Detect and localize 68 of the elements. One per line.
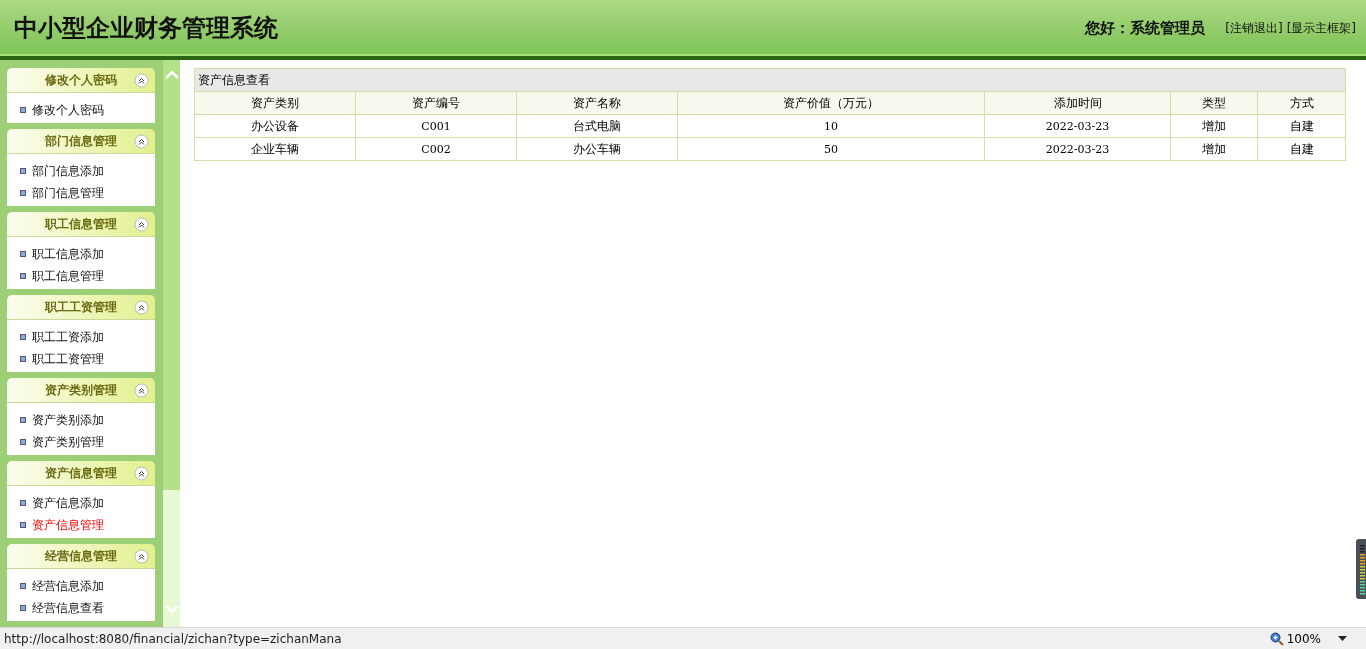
column-header: 资产价值（万元） — [677, 91, 985, 115]
header-link[interactable]: [显示主框架] — [1286, 19, 1356, 37]
panel-header[interactable]: 经营信息管理 — [7, 544, 155, 569]
table-title: 资产信息查看 — [194, 68, 1346, 92]
menu-item[interactable]: 职工信息添加 — [7, 243, 155, 265]
bullet-icon — [20, 439, 26, 445]
table-cell: 增加 — [1170, 137, 1258, 161]
collapse-icon[interactable] — [134, 217, 149, 232]
collapse-icon[interactable] — [134, 549, 149, 564]
menu-item[interactable]: 经营信息添加 — [7, 575, 155, 597]
menu-item[interactable]: 资产类别添加 — [7, 409, 155, 431]
bullet-icon — [20, 107, 26, 113]
table-cell: 2022-03-23 — [984, 114, 1171, 138]
zoom-level[interactable]: 100% — [1286, 631, 1321, 646]
bullet-icon — [20, 190, 26, 196]
bullet-icon — [20, 417, 26, 423]
panel-header[interactable]: 部门信息管理 — [7, 129, 155, 154]
menu-item[interactable]: 职工工资管理 — [7, 348, 155, 370]
menu-item[interactable]: 资产类别管理 — [7, 431, 155, 453]
table-cell: 台式电脑 — [516, 114, 678, 138]
table-cell: 自建 — [1258, 114, 1346, 138]
bullet-icon — [20, 251, 26, 257]
panel-header[interactable]: 资产信息管理 — [7, 461, 155, 486]
bullet-icon — [20, 334, 26, 340]
table-cell: C001 — [355, 114, 517, 138]
bullet-icon — [20, 356, 26, 362]
bullet-icon — [20, 522, 26, 528]
table-cell: C002 — [355, 137, 517, 161]
table-cell: 2022-03-23 — [984, 137, 1171, 161]
collapse-icon[interactable] — [134, 466, 149, 481]
collapse-icon[interactable] — [134, 300, 149, 315]
bullet-icon — [20, 605, 26, 611]
app-title: 中小型企业财务管理系统 — [14, 12, 278, 44]
panel-header[interactable]: 资产类别管理 — [7, 378, 155, 403]
zoom-icon[interactable] — [1269, 631, 1284, 646]
panel-header[interactable]: 职工工资管理 — [7, 295, 155, 320]
menu-item[interactable]: 职工工资添加 — [7, 326, 155, 348]
collapse-icon[interactable] — [134, 73, 149, 88]
header-link[interactable]: [注销退出] — [1225, 19, 1283, 37]
table-cell: 自建 — [1258, 137, 1346, 161]
menu-item[interactable]: 部门信息添加 — [7, 160, 155, 182]
table-cell: 办公设备 — [194, 114, 356, 138]
panel-header[interactable]: 职工信息管理 — [7, 212, 155, 237]
bullet-icon — [20, 500, 26, 506]
column-header: 资产类别 — [194, 91, 356, 115]
column-header: 资产名称 — [516, 91, 678, 115]
bullet-icon — [20, 273, 26, 279]
collapse-icon[interactable] — [134, 383, 149, 398]
bullet-icon — [20, 583, 26, 589]
table-cell: 办公车辆 — [516, 137, 678, 161]
table-cell: 50 — [677, 137, 985, 161]
menu-item[interactable]: 职工信息管理 — [7, 265, 155, 287]
dropdown-caret-icon[interactable] — [1338, 635, 1348, 642]
panel-header[interactable]: 修改个人密码 — [7, 68, 155, 93]
meter-widget-icon — [1356, 539, 1366, 599]
status-url: http://localhost:8080/financial/zichan?type=zichanMana — [4, 631, 343, 646]
menu-item[interactable]: 部门信息管理 — [7, 182, 155, 204]
column-header: 资产编号 — [355, 91, 517, 115]
table-cell: 增加 — [1170, 114, 1258, 138]
greeting-text: 您好：系统管理员 — [1085, 18, 1206, 38]
table-cell: 企业车辆 — [194, 137, 356, 161]
menu-item[interactable]: 经营信息查看 — [7, 597, 155, 619]
bullet-icon — [20, 168, 26, 174]
menu-item[interactable]: 资产信息管理 — [7, 514, 155, 536]
table-cell: 10 — [677, 114, 985, 138]
collapse-icon[interactable] — [134, 134, 149, 149]
column-header: 添加时间 — [984, 91, 1171, 115]
menu-item[interactable]: 资产信息添加 — [7, 492, 155, 514]
